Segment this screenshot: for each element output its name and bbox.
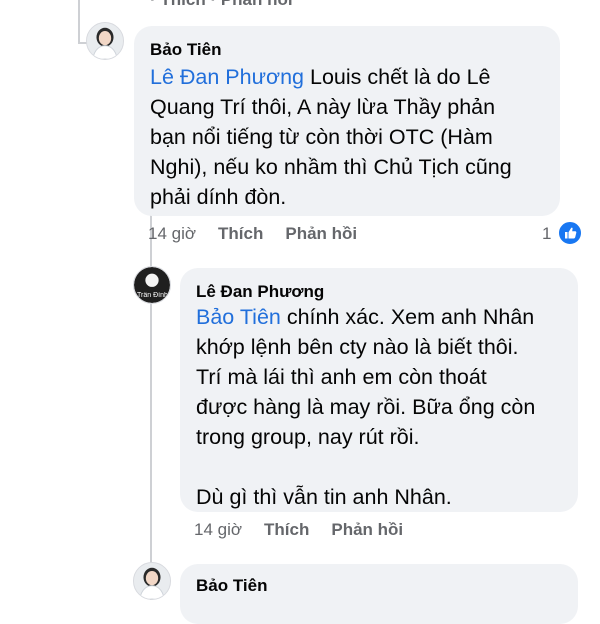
avatar-caption: Trần Đình (137, 292, 167, 299)
like-icon[interactable] (557, 220, 583, 246)
avatar[interactable] (86, 22, 124, 60)
like-button[interactable]: Thích (218, 224, 263, 244)
comment-actions: 14 giờ Thích Phản hồi (194, 520, 403, 540)
reply-button[interactable]: Phản hồi (331, 520, 403, 540)
comment-text: Lê Đan Phương Louis chết là do Lê Quang … (150, 62, 512, 212)
avatar[interactable] (133, 562, 171, 600)
like-button[interactable]: Thích (264, 520, 309, 540)
comment-text-line: phải dính đòn. (150, 185, 287, 209)
comment-text-line: trong group, nay rút rồi. (196, 425, 420, 449)
comment-timestamp[interactable]: 14 giờ (194, 520, 242, 540)
mention-link[interactable]: Lê Đan Phương (150, 65, 304, 89)
comment-text-line: được hàng là may rồi. Bữa ổng còn (196, 395, 536, 419)
previous-comment-actions: · Thích · Phản hồi (150, 0, 293, 10)
reaction-count[interactable]: 1 (542, 224, 551, 244)
comment-text-line: Dù gì thì vẫn tin anh Nhân. (196, 485, 452, 509)
mention-link[interactable]: Bảo Tiên (196, 305, 281, 329)
comment-text-line: bạn nổi tiếng từ còn thời OTC (Hàm (150, 125, 493, 149)
comment-author[interactable]: Lê Đan Phương (196, 282, 324, 302)
comment-text-line (196, 452, 535, 482)
comment-text-line: Nghi), nếu ko nhầm thì Chủ Tịch cũng (150, 155, 512, 179)
comment-text-line: khớp lệnh bên cty nào là biết thôi. (196, 335, 519, 359)
comment-text-segment: Louis chết là do Lê (304, 65, 491, 89)
thread-line (78, 0, 80, 44)
comment-text-line: Quang Trí thôi, A này lừa Thầy phản (150, 95, 496, 119)
profile-photo-icon (87, 23, 123, 59)
profile-photo-icon (134, 563, 170, 599)
comment-timestamp[interactable]: 14 giờ (148, 224, 196, 244)
comment-actions: 14 giờ Thích Phản hồi (148, 224, 357, 244)
comment-author[interactable]: Bảo Tiên (150, 40, 221, 60)
comment-text-segment: chính xác. Xem anh Nhân (280, 305, 535, 329)
reply-button[interactable]: Phản hồi (285, 224, 357, 244)
comment-text-line: Trí mà lái thì anh em còn thoát (196, 365, 487, 389)
comment-author[interactable]: Bảo Tiên (196, 576, 267, 596)
comment-text: Bảo Tiên chính xác. Xem anh Nhân khớp lệ… (196, 302, 535, 512)
